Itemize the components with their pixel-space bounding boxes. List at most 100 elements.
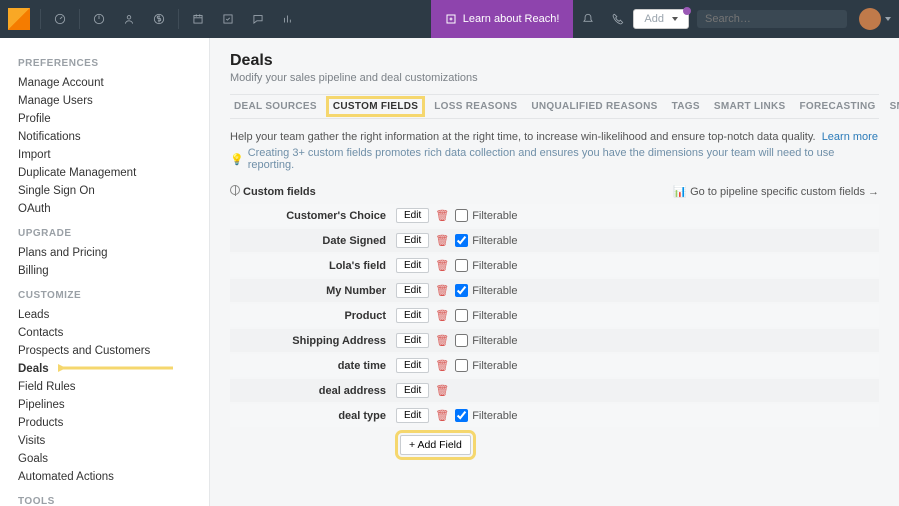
custom-fields-list: Customer's ChoiceEdit🗑FilterableDate Sig… <box>230 204 879 427</box>
field-name: deal address <box>236 385 396 397</box>
edit-button[interactable]: Edit <box>396 308 429 323</box>
field-row: ProductEdit 🗑 Filterable <box>230 304 879 327</box>
field-row: My NumberEdit 🗑 Filterable <box>230 279 879 302</box>
tab-loss-reasons[interactable]: LOSS REASONS <box>434 101 517 112</box>
filterable-label: Filterable <box>472 235 517 247</box>
sidebar-item-pipelines[interactable]: Pipelines <box>18 396 209 414</box>
learn-reach-banner[interactable]: Learn about Reach! <box>431 0 574 38</box>
filterable-label: Filterable <box>472 310 517 322</box>
sidebar-item-import[interactable]: Import <box>18 146 209 164</box>
learn-more-link[interactable]: Learn more <box>822 131 878 143</box>
filterable-checkbox[interactable] <box>455 409 468 422</box>
sidebar-item-field-rules[interactable]: Field Rules <box>18 378 209 396</box>
tab-tags[interactable]: TAGS <box>672 101 700 112</box>
chat-icon[interactable] <box>245 6 271 32</box>
delete-icon[interactable]: 🗑 <box>435 259 449 272</box>
sidebar-item-products[interactable]: Products <box>18 414 209 432</box>
filterable-checkbox[interactable] <box>455 309 468 322</box>
money-icon[interactable] <box>146 6 172 32</box>
field-name: Product <box>236 310 396 322</box>
field-name: My Number <box>236 285 396 297</box>
field-name: date time <box>236 360 396 372</box>
main-content: Deals Modify your sales pipeline and dea… <box>210 38 899 506</box>
delete-icon[interactable]: 🗑 <box>435 409 449 422</box>
sidebar-item-notifications[interactable]: Notifications <box>18 128 209 146</box>
field-row: Shipping AddressEdit🗑Filterable <box>230 329 879 352</box>
tab-custom-fields[interactable]: CUSTOM FIELDS <box>331 101 420 112</box>
sidebar-item-profile[interactable]: Profile <box>18 110 209 128</box>
edit-button[interactable]: Edit <box>396 408 429 423</box>
tasks-icon[interactable] <box>215 6 241 32</box>
notification-dot <box>683 7 691 15</box>
edit-button[interactable]: Edit <box>396 333 429 348</box>
sidebar-item-contacts[interactable]: Contacts <box>18 324 209 342</box>
field-row: date timeEdit 🗑 Filterable <box>230 354 879 377</box>
filterable-checkbox[interactable] <box>455 334 468 347</box>
dashboard-icon[interactable] <box>47 6 73 32</box>
contacts-icon[interactable] <box>116 6 142 32</box>
power-icon[interactable] <box>86 6 112 32</box>
sidebar-item-oauth[interactable]: OAuth <box>18 200 209 218</box>
filterable-label: Filterable <box>472 360 517 372</box>
filterable-checkbox[interactable] <box>455 209 468 222</box>
field-row: Customer's ChoiceEdit🗑Filterable <box>230 204 879 227</box>
filterable-checkbox[interactable] <box>455 259 468 272</box>
edit-button[interactable]: Edit <box>396 258 429 273</box>
user-avatar[interactable] <box>859 8 881 30</box>
add-field-button[interactable]: + Add Field <box>400 435 471 455</box>
tab-smart-links[interactable]: SMART LINKS <box>714 101 786 112</box>
page-subtitle: Modify your sales pipeline and deal cust… <box>230 72 879 84</box>
delete-icon[interactable]: 🗑 <box>435 334 449 347</box>
tip-text: Creating 3+ custom fields promotes rich … <box>248 147 879 171</box>
custom-fields-heading: Custom fields <box>243 186 316 198</box>
sidebar-item-goals[interactable]: Goals <box>18 450 209 468</box>
sidebar-item-billing[interactable]: Billing <box>18 262 209 280</box>
filterable-checkbox[interactable] <box>455 284 468 297</box>
delete-icon[interactable]: 🗑 <box>435 309 449 322</box>
sidebar-item-single-sign-on[interactable]: Single Sign On <box>18 182 209 200</box>
delete-icon[interactable]: 🗑 <box>435 209 449 222</box>
sidebar-item-plans-and-pricing[interactable]: Plans and Pricing <box>18 244 209 262</box>
sidebar-item-automated-actions[interactable]: Automated Actions <box>18 468 209 486</box>
help-block: Help your team gather the right informat… <box>230 131 879 171</box>
delete-icon[interactable]: 🗑 <box>435 359 449 372</box>
edit-button[interactable]: Edit <box>396 283 429 298</box>
sidebar-item-prospects-and-customers[interactable]: Prospects and Customers <box>18 342 209 360</box>
field-row: deal typeEdit🗑Filterable <box>230 404 879 427</box>
tab-smart-list-templates[interactable]: SMART LIST TEMPLATES <box>890 101 899 112</box>
edit-button[interactable]: Edit <box>396 233 429 248</box>
tab-forecasting[interactable]: FORECASTING <box>799 101 875 112</box>
delete-icon[interactable]: 🗑 <box>435 234 449 247</box>
filterable-checkbox[interactable] <box>455 234 468 247</box>
sidebar-item-duplicate-management[interactable]: Duplicate Management <box>18 164 209 182</box>
delete-icon[interactable]: 🗑 <box>435 284 449 297</box>
notification-icon[interactable] <box>575 6 601 32</box>
app-logo[interactable] <box>8 8 30 30</box>
edit-button[interactable]: Edit <box>396 358 429 373</box>
calendar-icon[interactable] <box>185 6 211 32</box>
edit-button[interactable]: Edit <box>396 383 429 398</box>
learn-reach-label: Learn about Reach! <box>463 13 560 25</box>
filterable-label: Filterable <box>472 285 517 297</box>
search-input[interactable] <box>705 13 847 25</box>
sidebar-item-manage-account[interactable]: Manage Account <box>18 74 209 92</box>
filterable-checkbox[interactable] <box>455 359 468 372</box>
sidebar-section-upgrade: UPGRADE <box>18 228 209 239</box>
filterable-label: Filterable <box>472 210 517 222</box>
sidebar-item-leads[interactable]: Leads <box>18 306 209 324</box>
search-box[interactable] <box>697 10 847 28</box>
user-menu-caret-icon[interactable] <box>885 17 891 21</box>
delete-icon[interactable]: 🗑 <box>435 384 449 397</box>
reports-icon[interactable] <box>275 6 301 32</box>
tab-unqualified-reasons[interactable]: UNQUALIFIED REASONS <box>531 101 657 112</box>
sidebar-item-deals[interactable]: Deals <box>18 360 209 378</box>
add-button[interactable]: Add <box>633 9 689 29</box>
sidebar-item-manage-users[interactable]: Manage Users <box>18 92 209 110</box>
field-name: Shipping Address <box>236 335 396 347</box>
field-name: Date Signed <box>236 235 396 247</box>
phone-icon[interactable] <box>605 6 631 32</box>
sidebar-item-visits[interactable]: Visits <box>18 432 209 450</box>
tab-deal-sources[interactable]: DEAL SOURCES <box>234 101 317 112</box>
edit-button[interactable]: Edit <box>396 208 429 223</box>
pipeline-fields-link[interactable]: 📊 Go to pipeline specific custom fields … <box>673 185 879 198</box>
